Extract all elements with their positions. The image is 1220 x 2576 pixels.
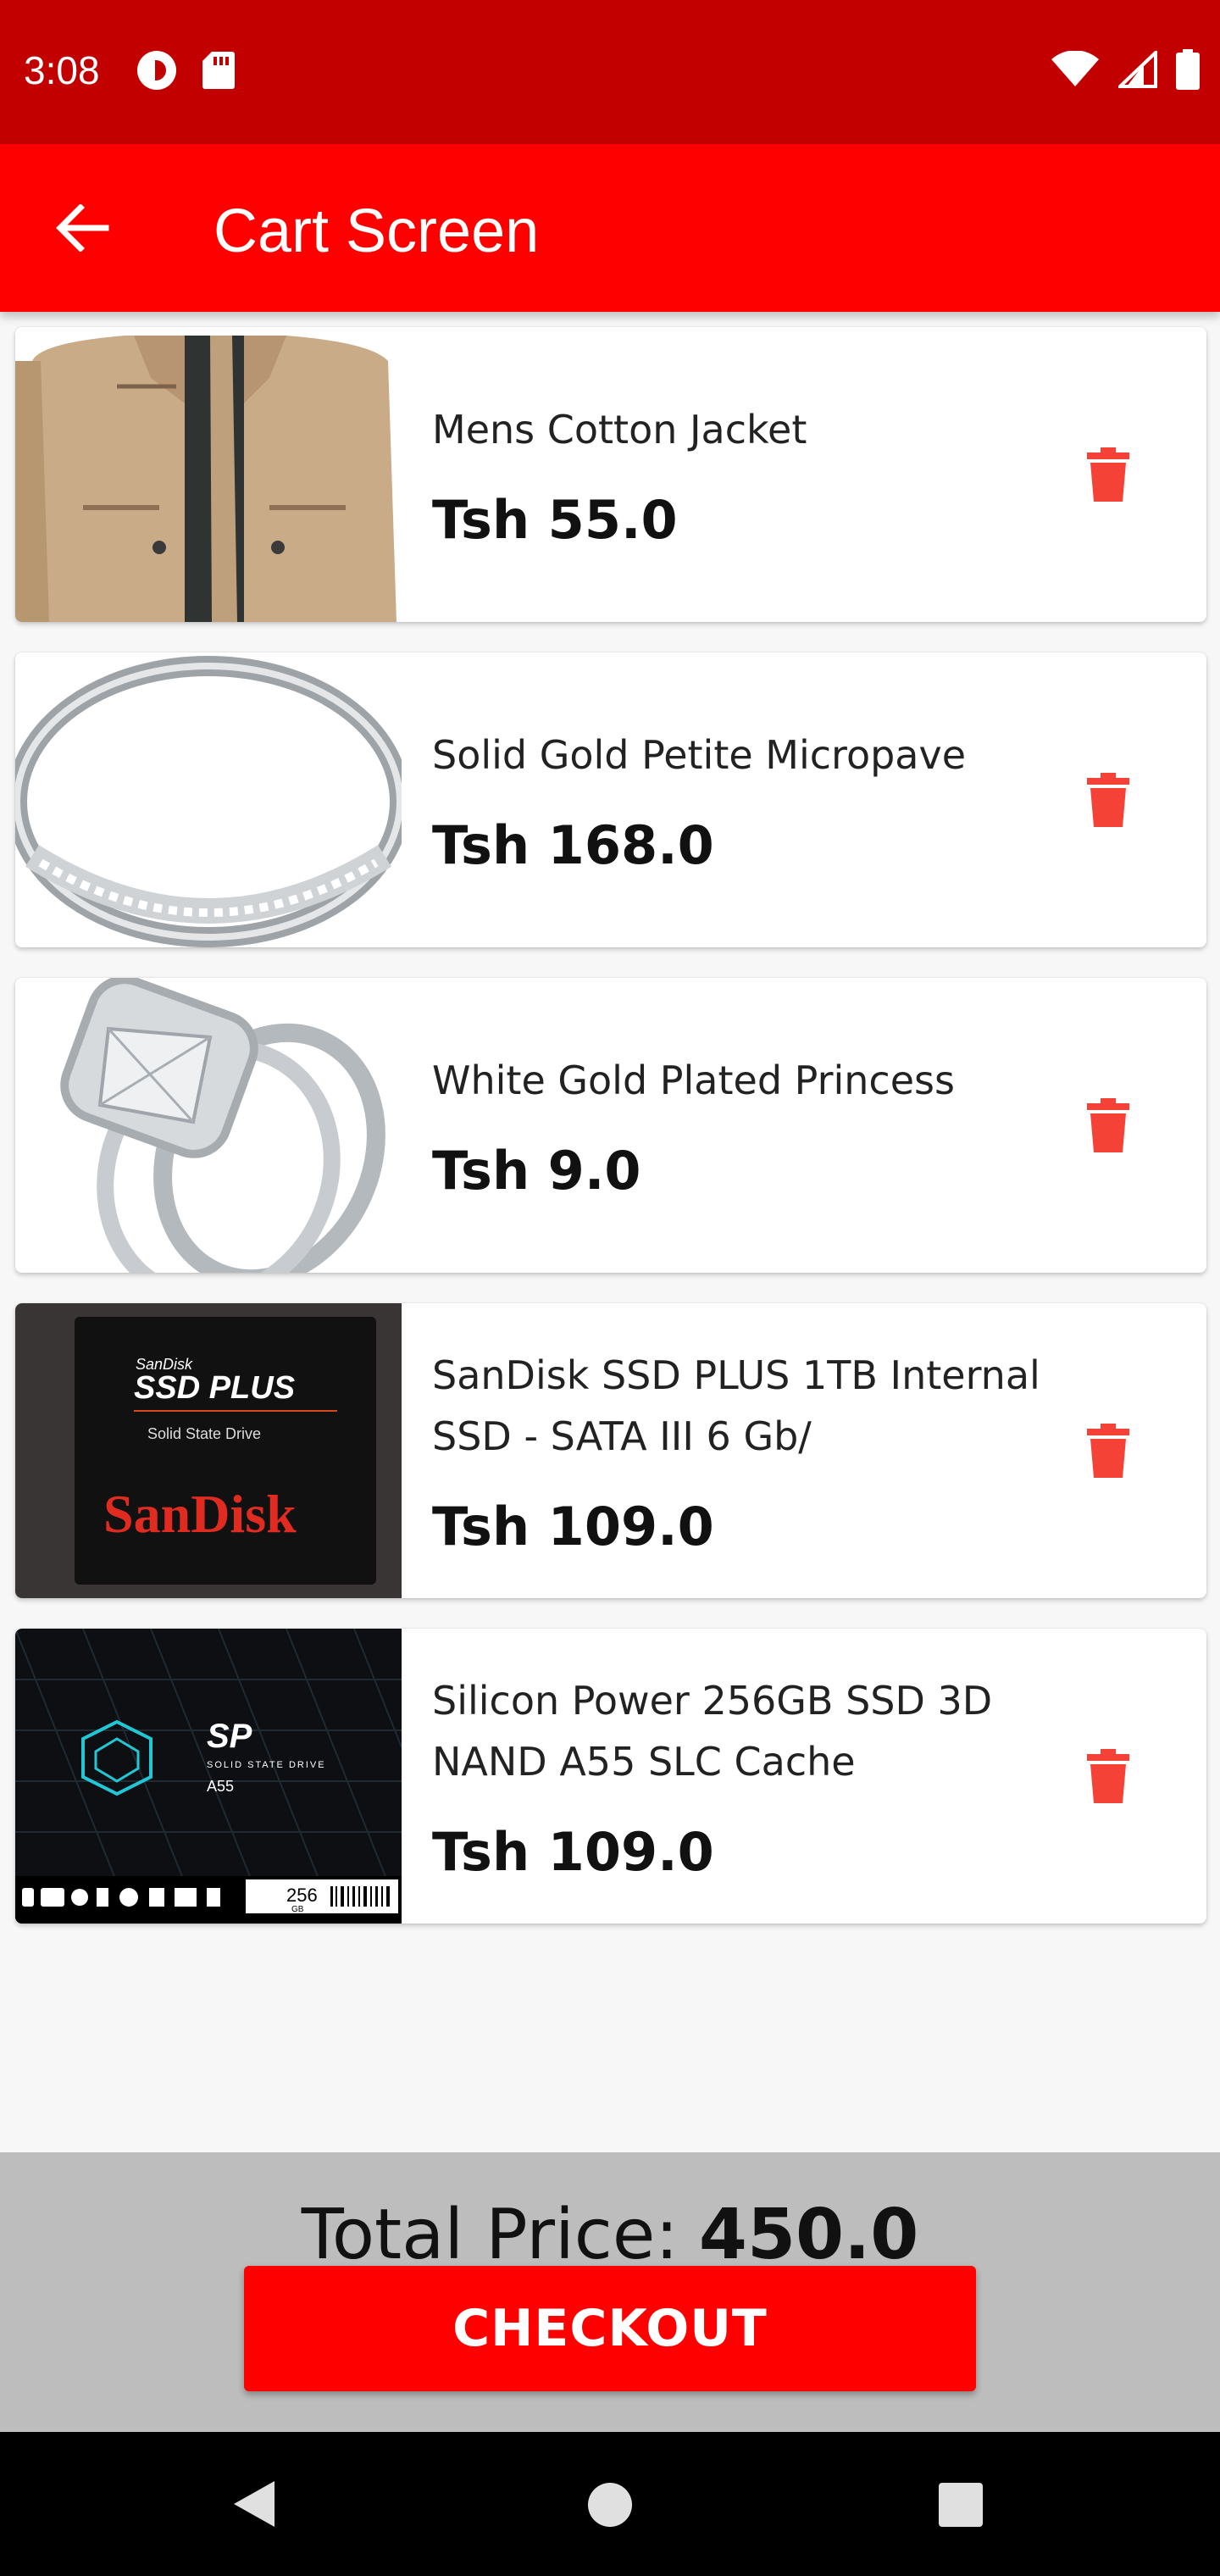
delete-button[interactable] xyxy=(1074,1742,1142,1810)
sp-model: A55 xyxy=(207,1778,234,1795)
checkout-button[interactable]: CHECKOUT xyxy=(244,2266,976,2391)
sp-tagline: SOLID STATE DRIVE xyxy=(207,1760,326,1770)
page-title: Cart Screen xyxy=(214,197,540,265)
sd-card-icon xyxy=(202,52,235,89)
nav-recents-icon[interactable] xyxy=(939,2483,983,2527)
jacket-photo xyxy=(15,327,402,622)
cart-item[interactable]: White Gold Plated Princess Tsh 9.0 xyxy=(15,978,1206,1273)
item-price: Tsh 109.0 xyxy=(432,1820,714,1883)
ring-band-photo xyxy=(15,652,402,947)
system-nav-bar xyxy=(0,2432,1220,2576)
trash-icon xyxy=(1087,1098,1129,1152)
nav-home-icon[interactable] xyxy=(588,2483,632,2527)
item-name: SanDisk SSD PLUS 1TB Internal SSD - SATA… xyxy=(432,1352,1040,1459)
status-bar: 3:08 xyxy=(0,0,1220,144)
arrow-back-icon xyxy=(56,204,109,252)
delete-button[interactable] xyxy=(1074,766,1142,834)
item-name: Silicon Power 256GB SSD 3D NAND A55 SLC … xyxy=(432,1677,993,1785)
delete-button[interactable] xyxy=(1074,1091,1142,1159)
sp-capacity-unit: GB xyxy=(291,1905,304,1914)
cart-item-text: White Gold Plated Princess Tsh 9.0 xyxy=(432,978,1042,1273)
cell-signal-icon xyxy=(1118,51,1157,88)
delete-button[interactable] xyxy=(1074,1417,1142,1485)
cart-item[interactable]: SP SOLID STATE DRIVE A55 256 GB Silicon … xyxy=(15,1629,1206,1924)
status-time: 3:08 xyxy=(24,48,100,92)
item-name: Mens Cotton Jacket xyxy=(432,406,807,452)
item-price: Tsh 109.0 xyxy=(432,1495,714,1557)
silicon-power-ssd-photo: SP SOLID STATE DRIVE A55 256 GB xyxy=(15,1629,402,1924)
back-button[interactable] xyxy=(46,192,119,264)
cart-item-text: Silicon Power 256GB SSD 3D NAND A55 SLC … xyxy=(432,1629,1042,1924)
total-price-label: Total Price: xyxy=(301,2195,679,2275)
pocket-casts-icon xyxy=(137,51,176,90)
sp-logo: SP xyxy=(207,1718,252,1755)
status-right-icons xyxy=(1051,49,1200,90)
item-price: Tsh 9.0 xyxy=(432,1139,641,1202)
cart-item[interactable]: Solid Gold Petite Micropave Tsh 168.0 xyxy=(15,652,1206,947)
sandisk-ssd-photo: SanDisk SSD PLUS Solid State Drive SanDi… xyxy=(15,1303,402,1598)
cart-item[interactable]: SanDisk SSD PLUS Solid State Drive SanDi… xyxy=(15,1303,1206,1598)
trash-icon xyxy=(1087,1749,1129,1803)
item-name: Solid Gold Petite Micropave xyxy=(432,731,967,778)
status-left-icons xyxy=(136,49,236,92)
ssd-logo: SanDisk xyxy=(103,1484,297,1544)
app-bar: Cart Screen xyxy=(0,144,1220,312)
item-name: White Gold Plated Princess xyxy=(432,1057,955,1103)
trash-icon xyxy=(1087,1424,1129,1478)
cart-item-text: SanDisk SSD PLUS 1TB Internal SSD - SATA… xyxy=(432,1303,1042,1598)
total-price-row: Total Price: 450.0 xyxy=(0,2195,1220,2275)
cart-item-text: Solid Gold Petite Micropave Tsh 168.0 xyxy=(432,652,1042,947)
ssd-product-name: SSD PLUS xyxy=(134,1370,295,1406)
sp-capacity: 256 xyxy=(286,1885,318,1906)
total-price-value: 450.0 xyxy=(698,2195,919,2275)
bottom-summary-panel: Total Price: 450.0 CHECKOUT xyxy=(0,2152,1220,2432)
item-price: Tsh 55.0 xyxy=(432,488,678,551)
diamond-ring-photo xyxy=(15,978,402,1273)
wifi-icon xyxy=(1051,51,1099,86)
ssd-subtitle: Solid State Drive xyxy=(147,1425,261,1442)
trash-icon xyxy=(1087,773,1129,827)
cart-item-text: Mens Cotton Jacket Tsh 55.0 xyxy=(432,327,1042,622)
delete-button[interactable] xyxy=(1074,441,1142,508)
item-price: Tsh 168.0 xyxy=(432,813,714,876)
trash-icon xyxy=(1087,447,1129,502)
cart-item[interactable]: Mens Cotton Jacket Tsh 55.0 xyxy=(15,327,1206,622)
nav-back-icon[interactable] xyxy=(230,2478,278,2530)
battery-icon xyxy=(1176,49,1200,90)
